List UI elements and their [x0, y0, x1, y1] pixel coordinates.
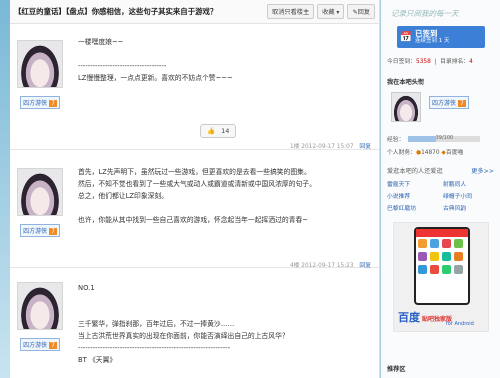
like-button[interactable]: 👍 14	[200, 124, 237, 138]
assets-value: 14870	[421, 150, 440, 156]
avatar[interactable]	[391, 92, 421, 122]
related-heading: 爱逛本吧的人还爱逛 更多>>	[387, 166, 500, 175]
like-count: 14	[221, 127, 230, 135]
post-line: BT 《天翼》	[78, 356, 117, 364]
related-item[interactable]: 绿帽子小同	[443, 191, 499, 200]
collect-button[interactable]: 收藏	[317, 4, 345, 19]
my-title-heading: 我在本吧头衔	[387, 79, 425, 86]
post-author: 四方游侠 7	[10, 268, 70, 351]
thread-main: 【红豆的童话】【盘点】你感相信，这些句子其实来自于游戏？ 取消只看楼主 收藏 回…	[10, 0, 380, 378]
post-line: 首先，LZ先声明下，虽然玩过一些游戏，但更喜欢的是去看一些搞笑的图集。	[78, 168, 311, 176]
bank-link[interactable]: 百度喵	[446, 150, 463, 156]
signin-button[interactable]: 📅 已签到 连续签到 1 天	[397, 26, 485, 48]
user-badge[interactable]: 四方游侠 7	[429, 96, 469, 109]
post-line: ----------------------------------------…	[78, 344, 231, 352]
experience-bar: 39/100	[408, 134, 481, 142]
user-badge[interactable]: 四方游侠 7	[20, 338, 60, 351]
thread-title: 【红豆的童话】【盘点】你感相信，这些句子其实来自于游戏？	[14, 6, 264, 17]
post-author: 四方游侠 7	[10, 150, 70, 237]
signin-stats: 今日签到：5358 | 目录排名：4	[387, 59, 473, 65]
post-line: 三千繁华，弹指刹那，百年过后，不过一捧黄沙……	[78, 320, 235, 328]
post-3: 四方游侠 7 NO.1 三千繁华，弹指刹那，百年过后，不过一捧黄沙…… 当上古洪荒世…	[10, 268, 379, 378]
post-1: 四方游侠 7 一楼嘿度娘~~ --------------------------…	[10, 24, 379, 150]
post-line: 当上古洪荒世界真实的出现在你面前，你能否演绎出自己的上古风华？	[78, 332, 289, 340]
user-badge[interactable]: 四方游侠 7	[20, 224, 60, 237]
assets-row: 个人财务：●14870 ◆百度喵	[387, 147, 500, 156]
signin-streak: 连续签到 1 天	[415, 38, 450, 44]
related-item[interactable]: 雷霆天下	[387, 179, 443, 188]
badge-label: 四方游侠	[23, 100, 48, 107]
app-ad-banner[interactable]: 百度 贴吧独家版 for Android	[393, 222, 489, 332]
unfollow-author-button[interactable]: 取消只看楼主	[267, 4, 315, 19]
related-item[interactable]: 小说推荐	[387, 191, 443, 200]
my-profile-box: 四方游侠 7	[391, 92, 500, 132]
level-badge: 7	[49, 342, 57, 349]
post-content: 一楼嘿度娘~~ --------------------------------…	[78, 24, 379, 84]
experience-row: 经验： 39/100	[387, 134, 500, 143]
post-line: LZ慢慢整理，一点点更新。喜欢的不妨点个赞~~~	[78, 74, 233, 82]
post-line: ------------------------------------	[78, 62, 167, 70]
thumbs-up-icon: 👍	[207, 127, 216, 135]
recommend-heading: 推荐区	[387, 366, 406, 373]
today-count: 5358	[416, 59, 431, 65]
user-badge[interactable]: 四方游侠 7	[20, 96, 60, 109]
post-line: 也许，你能从其中找到一些自己喜欢的游戏，怀念起当年一起挥洒过的青春~	[78, 216, 308, 224]
post-author: 四方游侠 7	[10, 24, 70, 109]
phone-image	[414, 227, 470, 305]
assets-label: 个人财务：	[387, 150, 416, 156]
post-2: 四方游侠 7 首先，LZ先声明下，虽然玩过一些游戏，但更喜欢的是去看一些搞笑的图集…	[10, 150, 379, 269]
post-line: 然后，不知不觉也看到了一些或大气或动人或霸道或清新或中国风浓厚的句子。	[78, 180, 316, 188]
signin-status: 已签到	[415, 29, 438, 38]
ad-logo: 百度 贴吧独家版	[398, 309, 452, 325]
reply-button[interactable]: 回复	[347, 4, 375, 19]
sidebar: 记录只阅我的每一天 📅 已签到 连续签到 1 天 今日签到：5358 | 目录排…	[381, 0, 500, 378]
level-badge: 7	[49, 228, 57, 235]
rank-value: 4	[469, 59, 473, 65]
page-background	[0, 0, 10, 378]
post-line: NO.1	[78, 284, 95, 292]
related-item[interactable]: 古典风韵	[443, 203, 499, 212]
post-content: NO.1 三千繁华，弹指刹那，百年过后，不过一捧黄沙…… 当上古洪荒世界真实的出现…	[78, 268, 379, 366]
related-item[interactable]: 射鹏同人	[443, 179, 499, 188]
post-line: 总之，他们都让LZ印象深刻。	[78, 192, 169, 200]
related-more-link[interactable]: 更多>>	[471, 166, 494, 175]
thread-tags: 【红豆的童话】【盘点】	[14, 7, 92, 16]
post-footer: 1楼 2012-09-17 15:07 回复	[290, 141, 371, 150]
badge-label: 四方游侠	[432, 100, 457, 107]
post-content: 首先，LZ先声明下，虽然玩过一些游戏，但更喜欢的是去看一些搞笑的图集。 然后，不知…	[78, 150, 379, 226]
thread-title-text: 你感相信，这些句子其实来自于游戏？	[91, 7, 218, 16]
related-item[interactable]: 巴黎红磨坊	[387, 203, 443, 212]
badge-label: 四方游侠	[23, 342, 48, 349]
related-title: 爱逛本吧的人还爱逛	[387, 168, 443, 175]
sidebar-slogan: 记录只阅我的每一天	[391, 9, 459, 18]
rank-label: 目录排名：	[440, 59, 470, 65]
exp-label: 经验：	[387, 137, 405, 143]
today-label: 今日签到：	[387, 59, 416, 65]
avatar[interactable]	[17, 40, 63, 88]
level-badge: 7	[458, 100, 466, 107]
ad-subtitle: for Android	[446, 321, 474, 327]
ad-brand: 百度	[398, 311, 420, 324]
related-list: 雷霆天下 射鹏同人 小说推荐 绿帽子小同 巴黎红磨坊 古典风韵	[387, 179, 500, 212]
exp-value: 39/100	[435, 134, 454, 141]
thread-toolbar: 【红豆的童话】【盘点】你感相信，这些句子其实来自于游戏？ 取消只看楼主 收藏 回…	[10, 0, 379, 24]
post-line	[78, 294, 379, 306]
post-line	[78, 202, 379, 214]
badge-label: 四方游侠	[23, 228, 48, 235]
calendar-icon: 📅	[399, 31, 413, 43]
post-line: 一楼嘿度娘~~	[78, 38, 124, 46]
avatar[interactable]	[17, 282, 63, 330]
post-line	[78, 306, 379, 318]
level-badge: 7	[49, 100, 57, 107]
post-line	[78, 48, 379, 60]
avatar[interactable]	[17, 168, 63, 216]
